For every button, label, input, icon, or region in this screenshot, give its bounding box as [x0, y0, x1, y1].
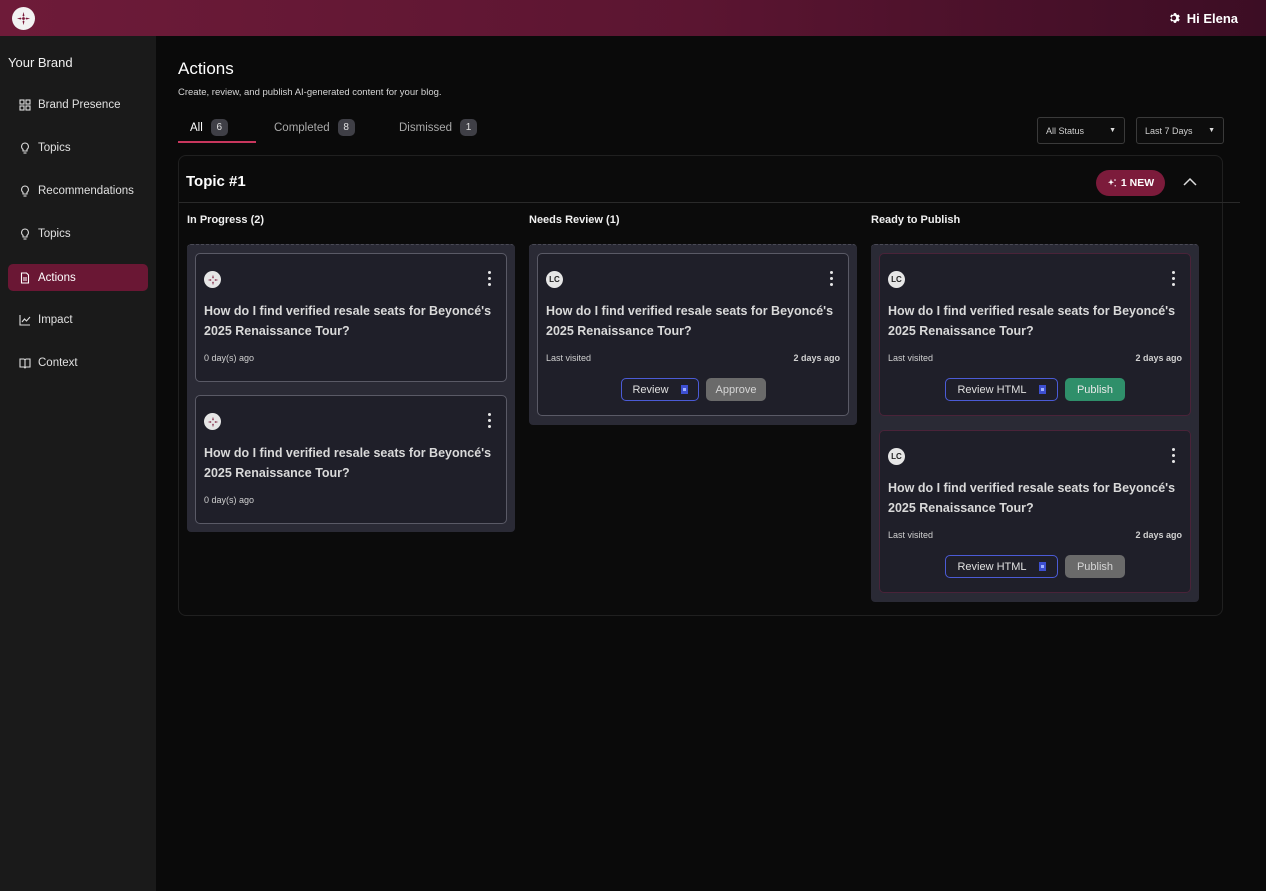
more-options-icon[interactable]: [830, 271, 834, 287]
lightbulb-icon: [21, 227, 29, 240]
last-visited-value: 2 days ago: [1135, 530, 1182, 540]
action-card[interactable]: How do I find verified resale seats for …: [195, 253, 507, 382]
topic-title: Topic #1: [186, 173, 246, 190]
card-question: How do I find verified resale seats for …: [546, 304, 834, 338]
more-options-icon[interactable]: [488, 413, 492, 429]
sidebar-item-label: Brand Presence: [38, 98, 121, 111]
sidebar-item-label: Context: [38, 356, 78, 369]
approve-button[interactable]: Approve: [706, 378, 766, 401]
tab-label: All: [190, 122, 203, 134]
book-icon: [19, 357, 31, 369]
lightbulb-icon: [21, 184, 29, 197]
last-visited-label: Last visited: [888, 530, 934, 540]
gear-icon: [1169, 13, 1180, 23]
date-range-value: Last 7 Days: [1145, 125, 1193, 136]
chevron-up-icon[interactable]: [1182, 176, 1198, 188]
status-filter-select[interactable]: All Status ▼: [1037, 117, 1125, 144]
review-html-button-label: Review HTML: [957, 560, 1027, 573]
new-badge-label: 1 NEW: [1120, 177, 1155, 189]
sidebar-item-label: Topics: [38, 227, 71, 240]
document-icon: [1038, 385, 1046, 394]
tab-dismissed[interactable]: Dismissed 1: [399, 119, 478, 143]
tab-count-badge: 6: [210, 119, 228, 136]
review-button[interactable]: Review: [621, 378, 699, 401]
column-heading-ready-to-publish: Ready to Publish: [871, 214, 961, 226]
sidebar-item-context[interactable]: Context: [8, 349, 148, 376]
column-heading-needs-review: Needs Review (1): [529, 214, 620, 226]
chart-line-icon: [19, 314, 31, 326]
card-question: How do I find verified resale seats for …: [888, 481, 1176, 515]
user-greeting: Hi Elena: [1186, 10, 1238, 26]
publish-button-disabled[interactable]: Publish: [1065, 555, 1125, 578]
sidebar-item-label: Recommendations: [38, 184, 134, 197]
more-options-icon[interactable]: [1172, 271, 1176, 287]
sidebar: Your Brand: [0, 36, 156, 891]
date-range-select[interactable]: Last 7 Days ▼: [1136, 117, 1224, 144]
approve-button-label: Approve: [715, 383, 757, 396]
page-title: Actions: [178, 59, 234, 78]
more-options-icon[interactable]: [488, 271, 492, 287]
action-card[interactable]: How do I find verified resale seats for …: [195, 395, 507, 524]
caret-down-icon: ▼: [1109, 127, 1116, 134]
column-heading-in-progress: In Progress (2): [187, 214, 265, 226]
review-html-button[interactable]: Review HTML: [945, 555, 1058, 578]
status-filter-value: All Status: [1046, 125, 1085, 136]
last-visited-value: 2 days ago: [793, 353, 840, 363]
grid-icon: [19, 98, 31, 111]
page-subtitle: Create, review, and publish AI-generated…: [178, 87, 442, 98]
sidebar-item-topics-2[interactable]: Topics: [8, 220, 148, 247]
sparkle-icon: [1107, 179, 1116, 187]
sidebar-item-label: Topics: [38, 141, 71, 154]
user-avatar: LC: [546, 271, 563, 288]
last-visited-label: Last visited: [888, 353, 934, 363]
tab-count-badge: 1: [460, 119, 478, 136]
tab-count-badge: 8: [337, 119, 355, 136]
card-question: How do I find verified resale seats for …: [888, 304, 1176, 338]
tab-label: Dismissed: [399, 122, 453, 134]
sidebar-item-impact[interactable]: Impact: [8, 306, 148, 333]
caret-down-icon: ▼: [1208, 127, 1215, 134]
sidebar-item-recommendations[interactable]: Recommendations: [8, 177, 148, 204]
active-tab-indicator: [178, 141, 256, 143]
publish-button[interactable]: Publish: [1065, 378, 1125, 401]
tab-completed[interactable]: Completed 8: [274, 119, 355, 143]
publish-button-label: Publish: [1076, 383, 1114, 396]
user-avatar: LC: [888, 448, 905, 465]
action-card[interactable]: LC How do I find verified resale seats f…: [537, 253, 849, 416]
brand-avatar-icon: [204, 413, 221, 430]
document-icon: [1038, 562, 1046, 571]
user-avatar: LC: [888, 271, 905, 288]
document-icon: [680, 385, 688, 394]
tab-all[interactable]: All 6: [190, 119, 228, 143]
card-age: 0 day(s) ago: [204, 495, 255, 505]
review-html-button-label: Review HTML: [957, 383, 1027, 396]
sidebar-item-actions[interactable]: Actions: [8, 264, 148, 291]
action-card[interactable]: LC How do I find verified resale seats f…: [879, 430, 1191, 593]
more-options-icon[interactable]: [1172, 448, 1176, 464]
new-badge[interactable]: 1 NEW: [1096, 170, 1165, 196]
last-visited-label: Last visited: [546, 353, 592, 363]
last-visited-value: 2 days ago: [1135, 353, 1182, 363]
action-card[interactable]: LC How do I find verified resale seats f…: [879, 253, 1191, 416]
sidebar-item-label: Actions: [38, 271, 76, 284]
sidebar-item-label: Impact: [38, 313, 73, 326]
brand-name: Your Brand: [8, 55, 73, 70]
document-icon: [20, 271, 30, 284]
brand-avatar-icon: [204, 271, 221, 288]
review-html-button[interactable]: Review HTML: [945, 378, 1058, 401]
card-question: How do I find verified resale seats for …: [204, 304, 492, 338]
top-bar: Hi Elena: [0, 0, 1266, 36]
panel-divider: [179, 202, 1240, 203]
publish-button-label: Publish: [1076, 560, 1114, 573]
logo-icon[interactable]: [12, 6, 35, 30]
user-menu[interactable]: Hi Elena: [1169, 11, 1238, 26]
tab-label: Completed: [274, 122, 330, 134]
sidebar-item-topics[interactable]: Topics: [8, 134, 148, 161]
sidebar-item-brand-presence[interactable]: Brand Presence: [8, 91, 148, 118]
card-question: How do I find verified resale seats for …: [204, 446, 492, 480]
card-age: 0 day(s) ago: [204, 353, 255, 363]
review-button-label: Review: [632, 383, 669, 396]
lightbulb-icon: [21, 141, 29, 154]
